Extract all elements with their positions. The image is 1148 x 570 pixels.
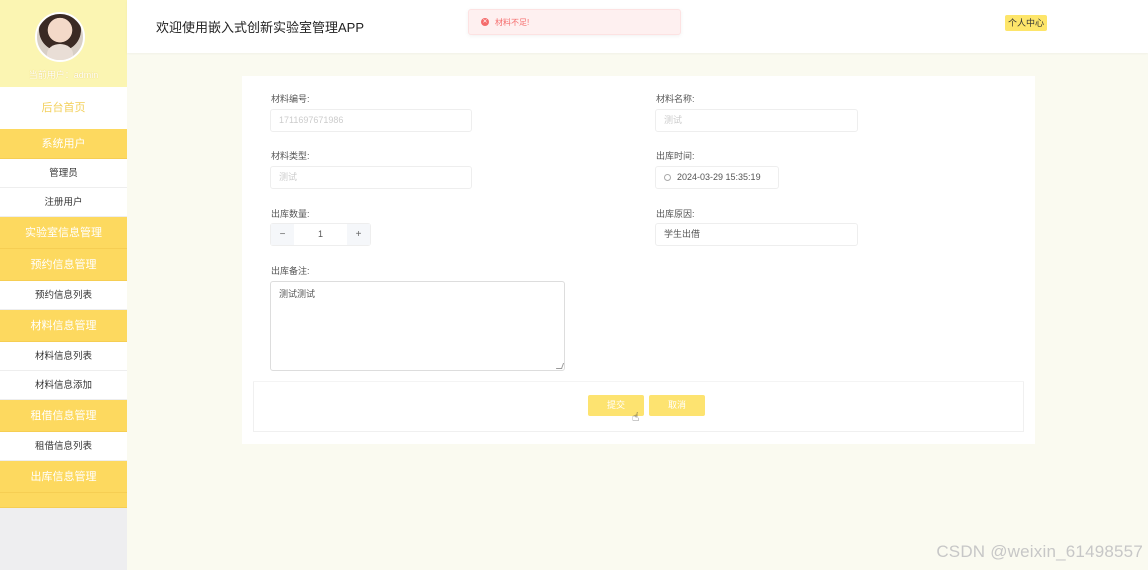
sidebar-item-booking-list[interactable]: 预约信息列表 xyxy=(0,281,127,310)
decrement-button[interactable]: − xyxy=(271,224,294,245)
increment-button[interactable]: + xyxy=(347,224,370,245)
sidebar-menu: 后台首页 系统用户 管理员 注册用户 实验室信息管理 预约信息管理 预约信息列表… xyxy=(0,87,127,508)
sidebar-group-material-info[interactable]: 材料信息管理 xyxy=(0,310,127,342)
material-name-label: 材料名称: xyxy=(656,94,695,104)
sidebar-group-booking-info[interactable]: 预约信息管理 xyxy=(0,249,127,281)
avatar xyxy=(35,12,85,62)
current-user-label: 当前用户： xyxy=(28,70,74,80)
sidebar-group-system-users[interactable]: 系统用户 xyxy=(0,129,127,159)
resize-handle-icon[interactable] xyxy=(555,363,565,369)
out-reason-input[interactable]: 学生出借 xyxy=(655,223,858,246)
out-note-label: 出库备注: xyxy=(271,266,310,276)
current-user: 当前用户：admin xyxy=(0,68,127,81)
outbound-form: 材料编号: 1711697671986 材料名称: 测试 材料类型: 测试 出库… xyxy=(242,76,1035,444)
out-note-value: 测试测试 xyxy=(279,289,316,299)
quantity-value[interactable]: 1 xyxy=(294,224,347,245)
out-time-picker[interactable]: 2024-03-29 15:35:19 xyxy=(655,166,779,189)
error-icon: ✕ xyxy=(481,18,489,26)
quantity-stepper: − 1 + xyxy=(270,223,371,246)
sidebar-item-registered-users[interactable]: 注册用户 xyxy=(0,188,127,217)
sidebar-group-partial[interactable] xyxy=(0,493,127,508)
profile-panel: 当前用户：admin xyxy=(0,0,127,87)
sidebar-item-material-add[interactable]: 材料信息添加 xyxy=(0,371,127,400)
clock-icon xyxy=(664,174,671,181)
app-title: 欢迎使用嵌入式创新实验室管理APP xyxy=(156,20,365,35)
out-qty-label: 出库数量: xyxy=(271,209,310,219)
hand-cursor-icon: ☝ xyxy=(632,410,640,424)
sidebar-group-lab-info[interactable]: 实验室信息管理 xyxy=(0,217,127,249)
toast-message: 材料不足! xyxy=(495,17,530,27)
out-time-value: 2024-03-29 15:35:19 xyxy=(677,172,761,182)
sidebar-item-home[interactable]: 后台首页 xyxy=(0,87,127,129)
material-type-input[interactable]: 测试 xyxy=(270,166,472,189)
material-type-label: 材料类型: xyxy=(271,151,310,161)
sidebar-group-rental-info[interactable]: 租借信息管理 xyxy=(0,400,127,432)
out-reason-label: 出库原因: xyxy=(656,209,695,219)
user-center-button[interactable]: 个人中心 xyxy=(1005,15,1048,31)
cancel-button[interactable]: 取消 xyxy=(649,395,705,416)
material-no-input[interactable]: 1711697671986 xyxy=(270,109,472,132)
out-time-label: 出库时间: xyxy=(656,151,695,161)
material-no-label: 材料编号: xyxy=(271,94,310,104)
material-name-input[interactable]: 测试 xyxy=(655,109,858,132)
form-actions: 提交 取消 ☝ xyxy=(253,382,1024,432)
error-toast: ✕ 材料不足! xyxy=(468,9,681,35)
sidebar-group-outbound-info[interactable]: 出库信息管理 xyxy=(0,461,127,493)
sidebar-item-rental-list[interactable]: 租借信息列表 xyxy=(0,432,127,461)
watermark: CSDN @weixin_61498557 xyxy=(936,542,1143,561)
sidebar-item-material-list[interactable]: 材料信息列表 xyxy=(0,342,127,371)
sidebar-item-admins[interactable]: 管理员 xyxy=(0,159,127,188)
out-note-textarea[interactable]: 测试测试 xyxy=(270,281,565,371)
current-username: admin xyxy=(73,70,99,80)
sidebar: 当前用户：admin 后台首页 系统用户 管理员 注册用户 实验室信息管理 预约… xyxy=(0,0,127,570)
